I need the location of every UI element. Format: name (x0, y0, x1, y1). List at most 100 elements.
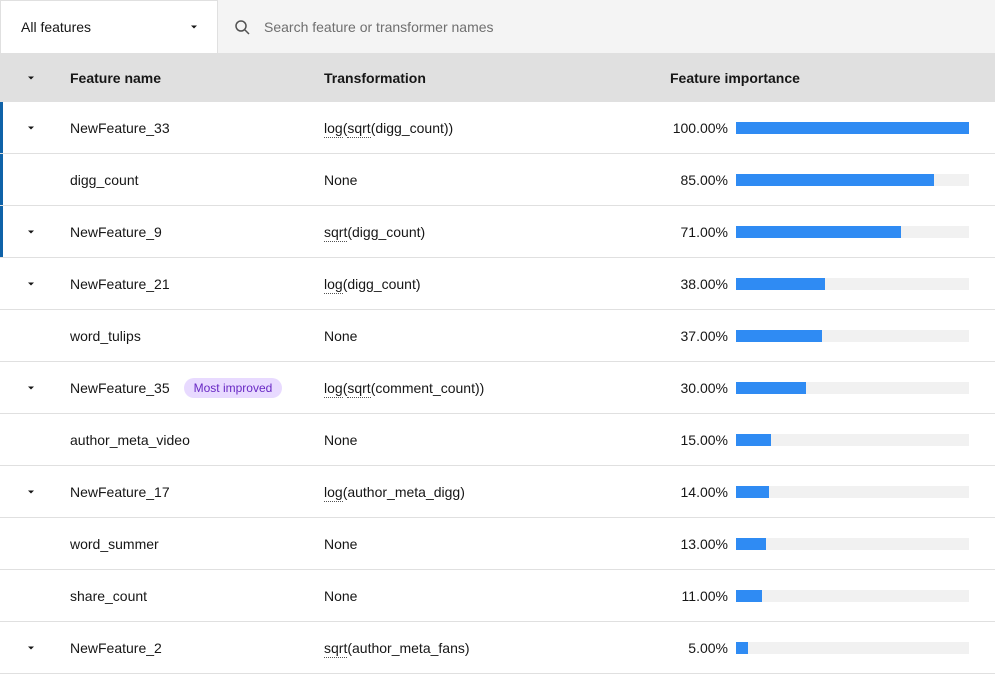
transformation-text: sqrt(digg_count) (324, 224, 425, 242)
importance-percent: 71.00% (670, 224, 728, 240)
feature-name-cell: word_tulips (58, 328, 322, 344)
importance-percent: 30.00% (670, 380, 728, 396)
importance-bar-fill (736, 590, 762, 602)
feature-name: word_tulips (70, 328, 141, 344)
header-transformation[interactable]: Transformation (322, 70, 670, 86)
table-row[interactable]: digg_count None85.00% (0, 154, 995, 206)
row-expand[interactable] (0, 277, 58, 291)
feature-name-cell: NewFeature_17 (58, 484, 322, 500)
table-row[interactable]: NewFeature_33log(sqrt(digg_count)) 100.00… (0, 102, 995, 154)
feature-name: NewFeature_35 (70, 380, 170, 396)
importance-percent: 100.00% (670, 120, 728, 136)
importance-percent: 11.00% (670, 588, 728, 604)
importance-bar (736, 226, 969, 238)
table-body: NewFeature_33log(sqrt(digg_count)) 100.00… (0, 102, 995, 674)
importance-percent: 37.00% (670, 328, 728, 344)
feature-name: NewFeature_17 (70, 484, 170, 500)
importance-cell: 13.00% (670, 536, 995, 552)
feature-name: share_count (70, 588, 147, 604)
transformation-text: log(digg_count) (324, 276, 421, 294)
feature-name-cell: NewFeature_9 (58, 224, 322, 240)
filter-dropdown[interactable]: All features (0, 0, 218, 54)
importance-bar (736, 538, 969, 550)
importance-bar-fill (736, 122, 969, 134)
feature-name-cell: word_summer (58, 536, 322, 552)
transformation-cell: log(sqrt(digg_count)) (322, 120, 670, 136)
transformation-text: log(author_meta_digg) (324, 484, 465, 502)
table-row[interactable]: NewFeature_2 sqrt(author_meta_fans) 5.00% (0, 622, 995, 674)
importance-cell: 5.00% (670, 640, 995, 656)
transformation-cell: None (322, 536, 670, 552)
importance-percent: 38.00% (670, 276, 728, 292)
importance-bar (736, 122, 969, 134)
chevron-down-icon (24, 381, 38, 395)
importance-bar-fill (736, 382, 806, 394)
search-input[interactable] (264, 19, 979, 35)
row-expand[interactable] (0, 381, 58, 395)
importance-bar (736, 174, 969, 186)
importance-cell: 100.00% (670, 120, 995, 136)
transformation-text: log(sqrt(digg_count)) (324, 120, 453, 138)
feature-name-cell: NewFeature_2 (58, 640, 322, 656)
importance-bar (736, 590, 969, 602)
transformation-text: None (324, 328, 357, 344)
importance-percent: 15.00% (670, 432, 728, 448)
table-row[interactable]: NewFeature_17log(author_meta_digg)14.00% (0, 466, 995, 518)
chevron-down-icon (24, 485, 38, 499)
feature-name: author_meta_video (70, 432, 190, 448)
search-box[interactable] (218, 0, 995, 54)
table-row[interactable]: NewFeature_35 Most improved log(sqrt(comme… (0, 362, 995, 414)
row-expand[interactable] (0, 485, 58, 499)
importance-percent: 85.00% (670, 172, 728, 188)
feature-name: word_summer (70, 536, 159, 552)
chevron-down-icon (24, 225, 38, 239)
importance-cell: 11.00% (670, 588, 995, 604)
feature-name-cell: NewFeature_21 (58, 276, 322, 292)
importance-cell: 37.00% (670, 328, 995, 344)
feature-name-cell: NewFeature_35 Most improved (58, 378, 322, 398)
importance-bar (736, 642, 969, 654)
importance-cell: 85.00% (670, 172, 995, 188)
table-row[interactable]: word_summer None 13.00% (0, 518, 995, 570)
importance-bar-fill (736, 642, 748, 654)
header-importance[interactable]: Feature importance (670, 70, 995, 86)
transformation-cell: sqrt(digg_count) (322, 224, 670, 240)
transformation-cell: log(sqrt(comment_count)) (322, 380, 670, 396)
importance-bar (736, 486, 969, 498)
importance-bar (736, 278, 969, 290)
chevron-down-icon (24, 277, 38, 291)
feature-name: NewFeature_21 (70, 276, 170, 292)
top-bar: All features (0, 0, 995, 54)
table-row[interactable]: NewFeature_9sqrt(digg_count) 71.00% (0, 206, 995, 258)
row-expand[interactable] (0, 225, 58, 239)
feature-name: NewFeature_2 (70, 640, 162, 656)
importance-percent: 13.00% (670, 536, 728, 552)
feature-name-cell: NewFeature_33 (58, 120, 322, 136)
transformation-text: None (324, 432, 357, 448)
chevron-down-icon (24, 121, 38, 135)
header-expand-all[interactable] (0, 71, 58, 85)
importance-bar-fill (736, 434, 771, 446)
chevron-down-icon (187, 20, 201, 34)
importance-bar (736, 382, 969, 394)
importance-cell: 71.00% (670, 224, 995, 240)
header-feature-name[interactable]: Feature name (58, 70, 322, 86)
importance-bar-fill (736, 278, 825, 290)
importance-cell: 30.00% (670, 380, 995, 396)
transformation-text: log(sqrt(comment_count)) (324, 380, 484, 398)
transformation-text: sqrt(author_meta_fans) (324, 640, 470, 658)
table-row[interactable]: share_countNone11.00% (0, 570, 995, 622)
search-icon (234, 19, 250, 35)
importance-percent: 5.00% (670, 640, 728, 656)
importance-bar-fill (736, 486, 769, 498)
feature-name: digg_count (70, 172, 139, 188)
table-row[interactable]: NewFeature_21 log(digg_count) 38.00% (0, 258, 995, 310)
transformation-cell: None (322, 172, 670, 188)
table-row[interactable]: author_meta_video None 15.00% (0, 414, 995, 466)
row-expand[interactable] (0, 121, 58, 135)
table-row[interactable]: word_tulips None 37.00% (0, 310, 995, 362)
transformation-text: None (324, 536, 357, 552)
row-expand[interactable] (0, 641, 58, 655)
importance-bar-fill (736, 330, 822, 342)
most-improved-badge: Most improved (184, 378, 283, 398)
